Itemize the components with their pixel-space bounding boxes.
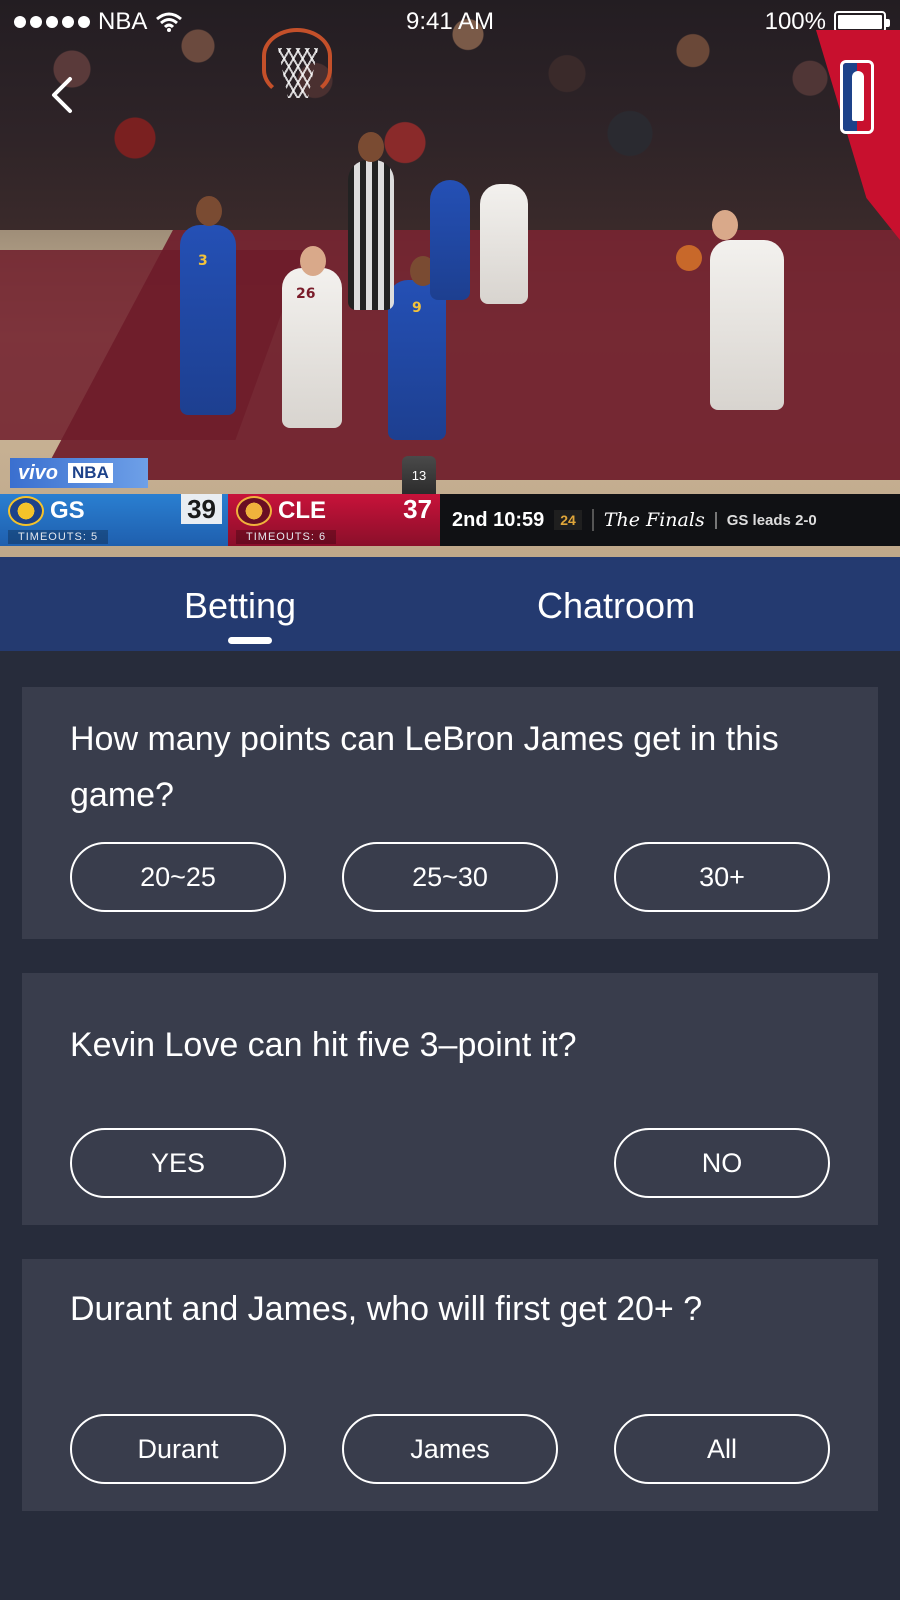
game-clock: 2nd 10:59 24 The Finals GS leads 2-0 [440, 494, 900, 546]
bet-card: How many points can LeBron James get in … [22, 687, 878, 939]
player-head [196, 196, 222, 226]
player-3: 3 [180, 225, 236, 415]
team-abbr: CLE [278, 497, 326, 524]
scoreboard: GS 39 TIMEOUTS: 5 CLE 37 TIMEOUTS: 6 2nd… [0, 494, 900, 546]
series-status: GS leads 2-0 [714, 511, 817, 529]
player-shooter [710, 240, 784, 410]
bet-question: How many points can LeBron James get in … [70, 720, 779, 814]
warriors-logo-icon [8, 496, 44, 526]
bet-option-button[interactable]: 25~30 [342, 842, 558, 912]
bet-question: Kevin Love can hit five 3–point it? [70, 1026, 577, 1064]
bet-question: Durant and James, who will first get 20+… [70, 1290, 703, 1328]
back-button[interactable] [40, 70, 84, 120]
sponsor-banner: vivo NBA [10, 458, 148, 488]
team-score: 39 [181, 494, 222, 524]
player-head [300, 246, 326, 276]
bet-option-button[interactable]: All [614, 1414, 830, 1484]
tab-betting[interactable]: Betting [184, 585, 296, 627]
referee-head [358, 132, 384, 162]
player-head [712, 210, 738, 240]
event-name: The Finals [591, 509, 705, 531]
bet-option-button[interactable]: James [342, 1414, 558, 1484]
bet-option-button[interactable]: 30+ [614, 842, 830, 912]
nba-logo-icon[interactable] [840, 60, 874, 134]
bet-option-button[interactable]: 20~25 [70, 842, 286, 912]
tab-chatroom[interactable]: Chatroom [537, 585, 695, 627]
team-timeouts: TIMEOUTS: 6 [236, 530, 337, 544]
tab-bar: Betting Chatroom [0, 557, 900, 651]
shot-clock: 24 [554, 510, 582, 530]
referee-number: 13 [402, 456, 436, 496]
team-score: 37 [403, 494, 432, 524]
referee [348, 160, 394, 310]
bet-card: Kevin Love can hit five 3–point it? YES … [22, 973, 878, 1225]
bet-option-button[interactable]: Durant [70, 1414, 286, 1484]
bet-option-button[interactable]: YES [70, 1128, 286, 1198]
player-26: 26 [282, 268, 342, 428]
live-video[interactable]: 3 26 9 NBA 9:41 AM 100% vivo NBA 13 GS 3… [0, 0, 900, 557]
bet-option-button[interactable]: NO [614, 1128, 830, 1198]
active-tab-indicator [228, 637, 272, 644]
chevron-left-icon [52, 77, 72, 113]
cavaliers-logo-icon [236, 496, 272, 526]
battery-icon [834, 11, 890, 33]
team-home: CLE 37 TIMEOUTS: 6 [228, 494, 440, 546]
player-9: 9 [388, 280, 446, 440]
team-abbr: GS [50, 497, 85, 524]
player-white-back [480, 184, 528, 304]
status-bar: NBA 9:41 AM 100% [0, 0, 900, 44]
bet-card: Durant and James, who will first get 20+… [22, 1259, 878, 1511]
team-timeouts: TIMEOUTS: 5 [8, 530, 109, 544]
player-blue-back [430, 180, 470, 300]
signal-dots-icon [14, 16, 90, 28]
period-clock: 2nd 10:59 [452, 508, 545, 531]
betting-list: How many points can LeBron James get in … [0, 651, 900, 1600]
team-away: GS 39 TIMEOUTS: 5 [0, 494, 228, 546]
wifi-icon [155, 11, 183, 33]
basketball [676, 245, 702, 271]
carrier-name: NBA [98, 8, 148, 35]
